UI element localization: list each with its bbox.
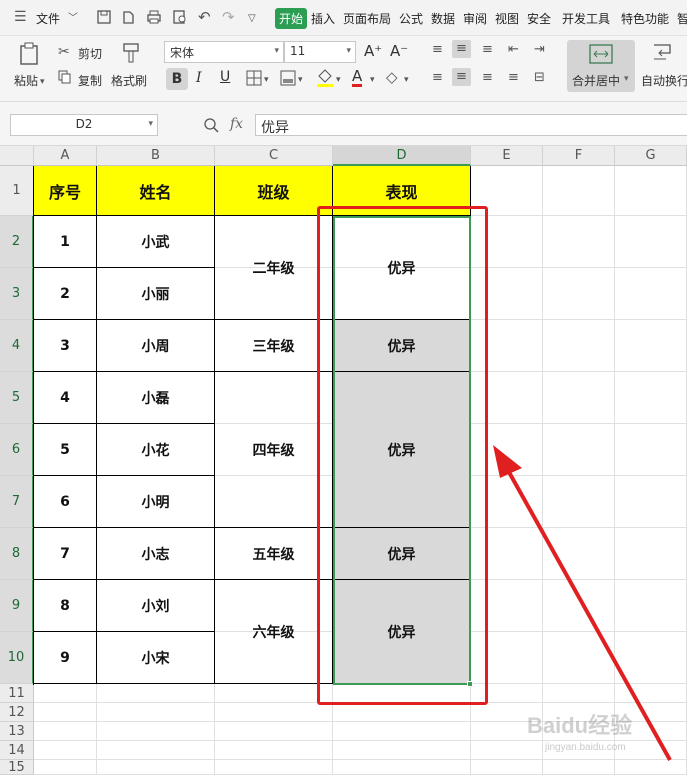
annotation-arrow — [493, 445, 672, 761]
watermark-url: jingyan.baidu.com — [545, 742, 626, 753]
watermark-brand: Baidu经验 — [527, 713, 633, 738]
